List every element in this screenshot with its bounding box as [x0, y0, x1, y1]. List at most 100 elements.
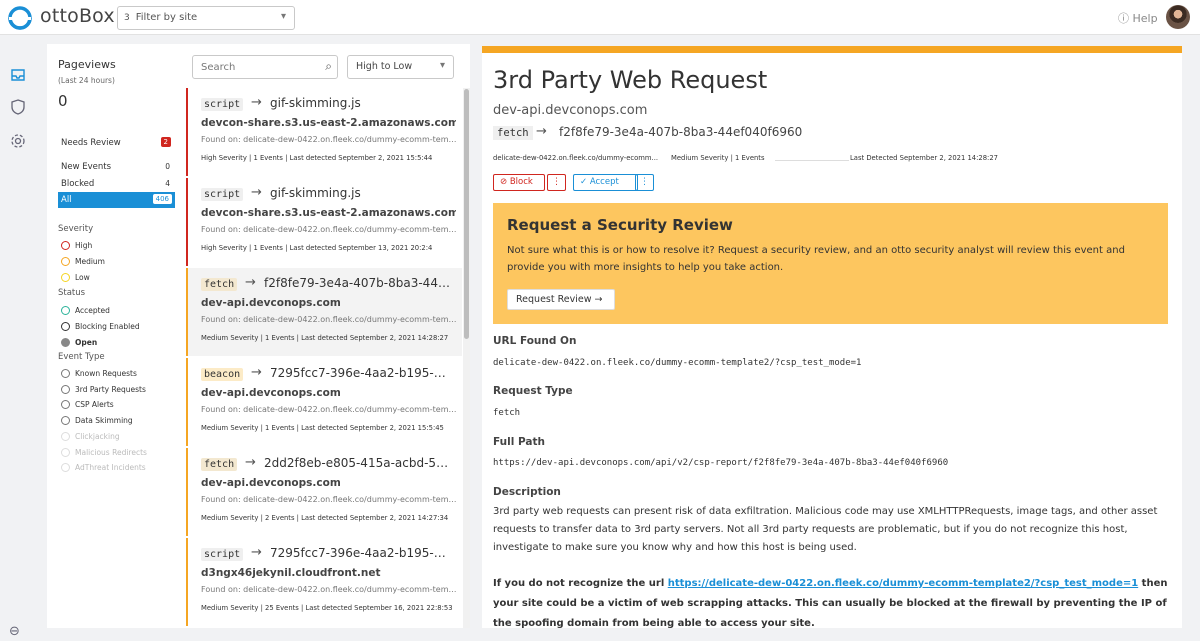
warning-text: If you do not recognize the url https://… [493, 574, 1173, 628]
accept-button[interactable]: ✓ Accept [573, 174, 638, 191]
site-filter-select[interactable]: 3 Filter by site ▾ [117, 6, 295, 30]
event-name: 2dd2f8eb-e805-415a-acbd-59cfe [264, 456, 452, 470]
filter-blocked[interactable]: Blocked 4 [58, 176, 175, 192]
event-host: d3ngx46jekynil.cloudfront.net [201, 567, 381, 579]
logout-icon[interactable]: ⊖ [9, 624, 20, 639]
arrow-right-icon: → [251, 95, 262, 110]
event-found-on: Found on: delicate-dew-0422.on.fleek.co/… [201, 585, 461, 594]
url-found-heading: URL Found On [493, 335, 577, 347]
event-host: devcon-share.s3.us-east-2.amazonaws.com [201, 207, 456, 219]
request-review-button[interactable]: Request Review → [507, 289, 615, 310]
filter-label: New Events [61, 162, 112, 172]
request-tag: fetch [201, 458, 238, 471]
gear-icon[interactable] [9, 132, 27, 150]
block-icon: ⊘ [500, 177, 508, 187]
chevron-down-icon: ▾ [280, 11, 286, 22]
event-list-item[interactable]: fetch → f2f8fe79-3e4a-407b-8ba3-44ef040f69… [186, 268, 462, 356]
search-input[interactable]: Search ⌕ [192, 55, 338, 79]
event-list-item[interactable]: fetch → 2dd2f8eb-e805-415a-acbd-59cfe dev-a… [186, 448, 462, 536]
event-name: 7295fcc7-396e-4aa2-b195-0771e [270, 546, 452, 560]
sort-select[interactable]: High to Low ▾ [347, 55, 454, 79]
event-name: gif-skimming.js [270, 186, 361, 200]
request-tag: beacon [201, 368, 244, 381]
filter-count: 0 [165, 162, 170, 171]
side-rail: ⊖ [0, 36, 35, 641]
detail-request-tag: fetch [493, 126, 533, 140]
needs-review-badge: 2 [160, 137, 171, 147]
top-bar: ottoBox 3 Filter by site ▾ ⓘ Help [0, 0, 1200, 35]
option-label: AdThreat Incidents [75, 463, 146, 473]
help-label: Help [1132, 12, 1158, 25]
review-title: Request a Security Review [507, 216, 733, 234]
option-label: High [75, 241, 93, 250]
event-found-on: Found on: delicate-dew-0422.on.fleek.co/… [201, 135, 461, 144]
list-scroll-thumb[interactable] [464, 89, 469, 339]
request-type-value: fetch [493, 408, 521, 418]
event-meta: Medium Severity | 25 Events | Last detec… [201, 604, 453, 612]
detail-title: 3rd Party Web Request [493, 66, 768, 94]
event-found-on: Found on: delicate-dew-0422.on.fleek.co/… [201, 315, 461, 324]
event-name: 7295fcc7-396e-4aa2-b195-0771e [270, 366, 452, 380]
filter-count: 4 [165, 179, 170, 188]
event-meta: Medium Severity | 1 Events | Last detect… [201, 424, 444, 432]
site-count: 3 [124, 13, 130, 23]
filter-all[interactable]: All 406 [58, 192, 175, 208]
help-link[interactable]: ⓘ Help [1118, 10, 1158, 26]
radio-icon [61, 384, 70, 394]
description-text: 3rd party web requests can present risk … [493, 506, 1158, 553]
check-icon: ✓ [580, 177, 588, 187]
accept-label: Accept [589, 177, 619, 187]
request-type-heading: Request Type [493, 385, 573, 397]
severity-bar [186, 538, 188, 626]
option-label: Data Skimming [75, 416, 133, 426]
search-icon[interactable]: ⌕ [325, 59, 332, 74]
option-label: Clickjacking [75, 431, 120, 441]
filter-new-events[interactable]: New Events 0 [58, 159, 175, 175]
request-tag: script [201, 98, 244, 111]
review-body: Not sure what this is or how to resolve … [507, 245, 1125, 273]
warning-url-link[interactable]: https://delicate-dew-0422.on.fleek.co/du… [668, 578, 1138, 589]
radio-icon [61, 463, 70, 473]
option-label: Known Requests [75, 369, 137, 378]
request-tag: script [201, 188, 244, 201]
arrow-right-icon: → [245, 275, 256, 290]
event-list-item[interactable]: script → gif-skimming.js devcon-share.s3.us… [186, 178, 462, 266]
filter-panel: Pageviews (Last 24 hours) 0 Needs Review… [47, 44, 185, 628]
detail-meta-site: delicate-dew-0422.on.fleek.co/dummy-ecom… [493, 154, 659, 162]
inbox-icon[interactable] [9, 66, 27, 84]
arrow-right-icon: → [594, 294, 603, 305]
detail-meta-detected: Last Detected September 2, 2021 14:28:27 [850, 154, 998, 162]
arrow-right-icon: → [251, 185, 262, 200]
ottobox-logo-icon [8, 6, 32, 30]
option-label: 3rd Party Requests [75, 384, 146, 394]
request-tag: script [201, 548, 244, 561]
block-more-button[interactable]: ⋮ [547, 174, 566, 191]
shield-icon[interactable] [9, 98, 27, 116]
event-found-on: Found on: delicate-dew-0422.on.fleek.co/… [201, 225, 461, 234]
event-list-item[interactable]: beacon → 7295fcc7-396e-4aa2-b195-0771e dev-… [186, 358, 462, 446]
accept-more-button[interactable]: ⋮ [635, 174, 654, 191]
sort-value: High to Low [356, 61, 413, 72]
option-label: Malicious Redirects [75, 447, 147, 457]
event-found-on: Found on: delicate-dew-0422.on.fleek.co/… [201, 495, 461, 504]
detail-meta-severity: Medium Severity | 1 Events [671, 154, 765, 162]
security-review-card: Request a Security Review Not sure what … [493, 203, 1168, 324]
event-list-item[interactable]: script → gif-skimming.js devcon-share.s3.us… [186, 88, 462, 176]
detail-host: dev-api.devconops.com [493, 103, 648, 118]
event-type-heading: Event Type [58, 352, 105, 362]
severity-accent-bar [482, 46, 1182, 53]
option-label: CSP Alerts [75, 400, 114, 410]
arrow-right-icon: → [251, 365, 262, 380]
url-found-value: delicate-dew-0422.on.fleek.co/dummy-ecom… [493, 358, 862, 368]
radio-icon [61, 306, 70, 315]
filter-needs-review[interactable]: Needs Review 2 [58, 135, 175, 151]
arrow-right-icon: → [536, 124, 547, 139]
event-list-item[interactable]: script → 7295fcc7-396e-4aa2-b195-0771e d3ng… [186, 538, 462, 626]
event-name: f2f8fe79-3e4a-407b-8ba3-44ef040f6960 [264, 276, 452, 290]
user-avatar[interactable] [1166, 5, 1190, 29]
request-review-label: Request Review [516, 294, 592, 305]
filter-label: All [61, 195, 72, 205]
block-button[interactable]: ⊘ Block [493, 174, 545, 191]
severity-heading: Severity [58, 224, 94, 234]
radio-icon [61, 322, 70, 331]
